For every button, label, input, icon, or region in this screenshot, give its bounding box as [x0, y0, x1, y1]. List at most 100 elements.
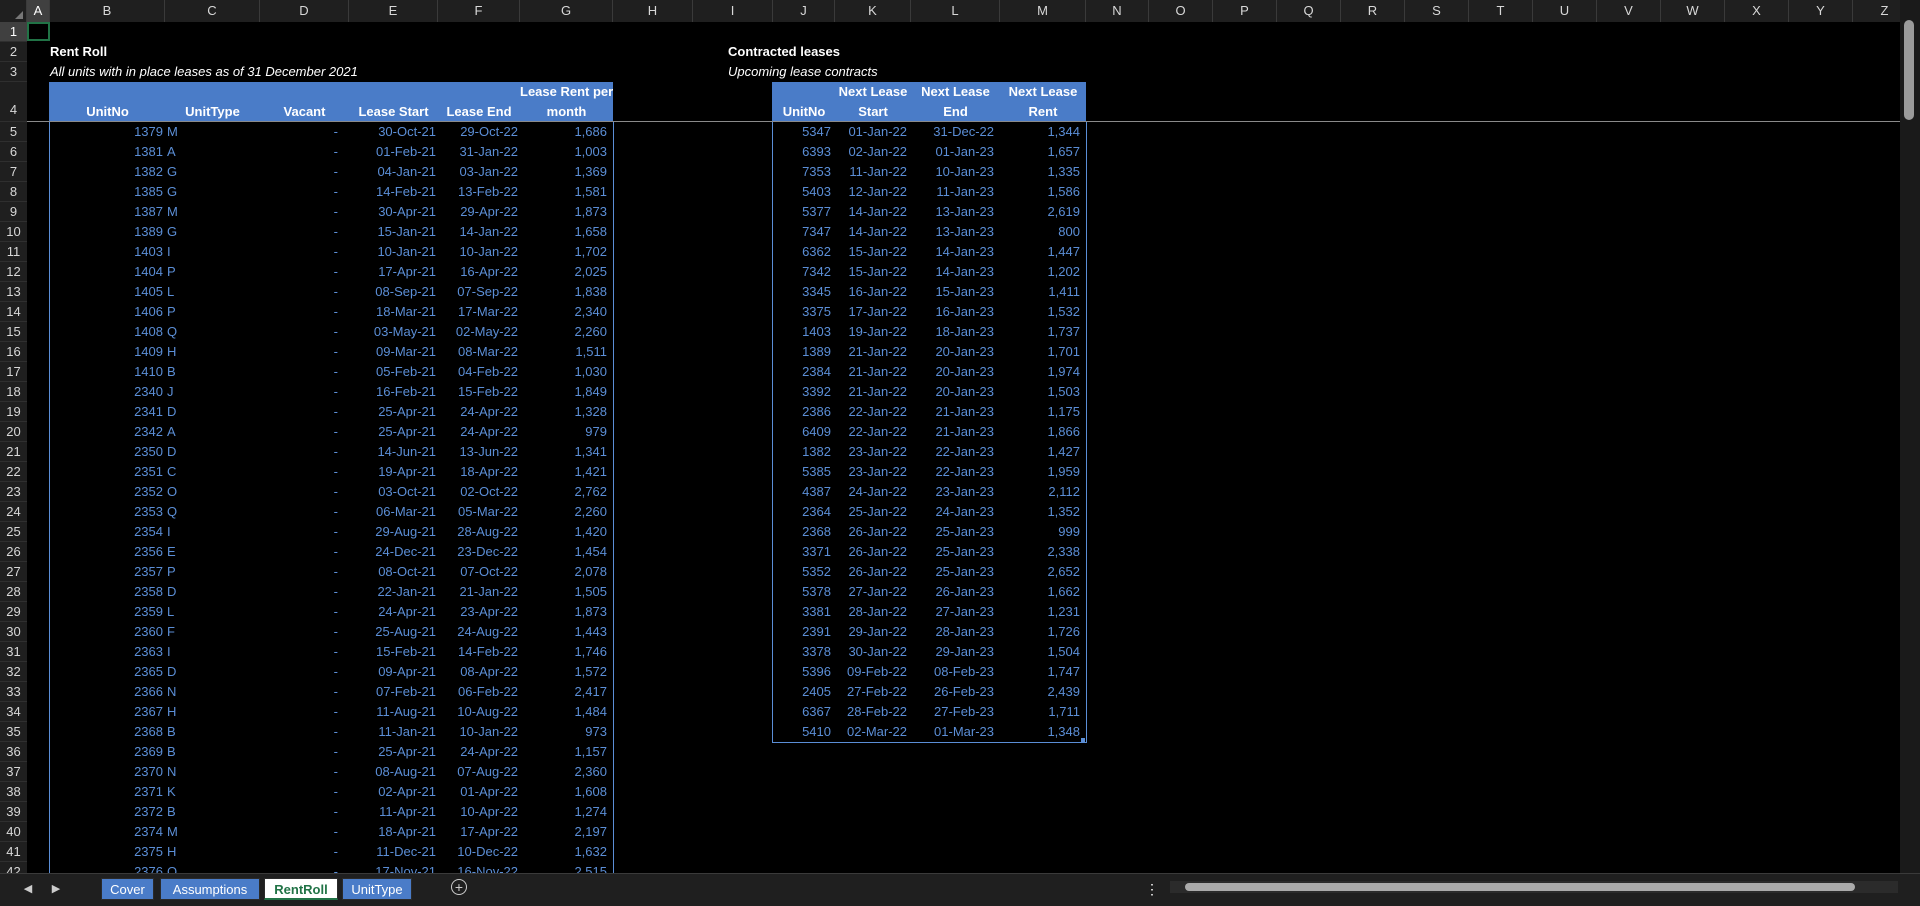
- column-header-i[interactable]: I: [693, 0, 773, 22]
- rent-roll-cell-unit-type[interactable]: Q: [167, 322, 262, 342]
- contracted-cell-next-lease-start[interactable]: 29-Jan-22: [835, 622, 907, 642]
- rent-roll-cell-unit-type[interactable]: A: [167, 422, 262, 442]
- row-header-33[interactable]: 33: [0, 682, 27, 702]
- row-header-22[interactable]: 22: [0, 462, 27, 482]
- contracted-cell-next-lease-rent[interactable]: 1,711: [1000, 702, 1080, 722]
- rent-roll-cell-lease-start[interactable]: 25-Apr-21: [349, 402, 436, 422]
- contracted-col-start-line1[interactable]: Next Lease: [835, 82, 911, 102]
- rent-roll-cell-lease-rent[interactable]: 1,572: [520, 662, 607, 682]
- rent-roll-cell-vacant[interactable]: -: [260, 722, 338, 742]
- rent-roll-cell-lease-start[interactable]: 15-Jan-21: [349, 222, 436, 242]
- contracted-cell-unit-no[interactable]: 3375: [773, 302, 831, 322]
- rent-roll-cell-unit-type[interactable]: B: [167, 742, 262, 762]
- column-header-a[interactable]: A: [27, 0, 50, 22]
- rent-roll-cell-vacant[interactable]: -: [260, 582, 338, 602]
- contracted-cell-next-lease-end[interactable]: 25-Jan-23: [911, 542, 994, 562]
- column-header-f[interactable]: F: [438, 0, 520, 22]
- rent-roll-cell-lease-end[interactable]: 16-Apr-22: [438, 262, 518, 282]
- contracted-cell-next-lease-start[interactable]: 16-Jan-22: [835, 282, 907, 302]
- rent-roll-cell-lease-end[interactable]: 10-Aug-22: [438, 702, 518, 722]
- row-header-40[interactable]: 40: [0, 822, 27, 842]
- rent-roll-cell-lease-rent[interactable]: 2,417: [520, 682, 607, 702]
- column-header-n[interactable]: N: [1086, 0, 1149, 22]
- rent-roll-cell-vacant[interactable]: -: [260, 782, 338, 802]
- rent-roll-cell-lease-start[interactable]: 18-Apr-21: [349, 822, 436, 842]
- rent-roll-cell-unit-type[interactable]: I: [167, 242, 262, 262]
- contracted-col-end-line1[interactable]: Next Lease: [911, 82, 1000, 102]
- rent-roll-cell-vacant[interactable]: -: [260, 302, 338, 322]
- select-all-button[interactable]: [0, 0, 27, 22]
- rent-roll-cell-lease-rent[interactable]: 2,762: [520, 482, 607, 502]
- rent-roll-cell-lease-end[interactable]: 02-Oct-22: [438, 482, 518, 502]
- contracted-cell-unit-no[interactable]: 3345: [773, 282, 831, 302]
- rent-roll-cell-lease-end[interactable]: 07-Aug-22: [438, 762, 518, 782]
- vertical-scroll-thumb[interactable]: [1904, 20, 1914, 120]
- rent-roll-col-vacant[interactable]: Vacant: [260, 102, 349, 122]
- rent-roll-cell-unit-no[interactable]: 2363: [50, 642, 163, 662]
- contracted-cell-next-lease-rent[interactable]: 1,352: [1000, 502, 1080, 522]
- rent-roll-cell-vacant[interactable]: -: [260, 182, 338, 202]
- rent-roll-cell-lease-rent[interactable]: 979: [520, 422, 607, 442]
- contracted-cell-unit-no[interactable]: 6367: [773, 702, 831, 722]
- rent-roll-cell-unit-no[interactable]: 1385: [50, 182, 163, 202]
- rent-roll-cell-lease-start[interactable]: 24-Dec-21: [349, 542, 436, 562]
- rent-roll-cell-unit-no[interactable]: 2376: [50, 862, 163, 873]
- row-header-31[interactable]: 31: [0, 642, 27, 662]
- contracted-cell-unit-no[interactable]: 3381: [773, 602, 831, 622]
- contracted-cell-unit-no[interactable]: 3378: [773, 642, 831, 662]
- rent-roll-cell-vacant[interactable]: -: [260, 502, 338, 522]
- rent-roll-cell-lease-start[interactable]: 03-Oct-21: [349, 482, 436, 502]
- rent-roll-cell-lease-rent[interactable]: 1,849: [520, 382, 607, 402]
- row-header-27[interactable]: 27: [0, 562, 27, 582]
- contracted-cell-next-lease-start[interactable]: 26-Jan-22: [835, 542, 907, 562]
- rent-roll-cell-unit-type[interactable]: L: [167, 602, 262, 622]
- contracted-col-rent-line2[interactable]: Rent: [1000, 102, 1086, 122]
- column-header-y[interactable]: Y: [1789, 0, 1853, 22]
- horizontal-scroll-thumb[interactable]: [1185, 883, 1855, 891]
- contracted-cell-next-lease-rent[interactable]: 1,503: [1000, 382, 1080, 402]
- row-header-29[interactable]: 29: [0, 602, 27, 622]
- rent-roll-cell-unit-no[interactable]: 2354: [50, 522, 163, 542]
- row-header-37[interactable]: 37: [0, 762, 27, 782]
- rent-roll-cell-lease-start[interactable]: 07-Feb-21: [349, 682, 436, 702]
- rent-roll-cell-vacant[interactable]: -: [260, 402, 338, 422]
- rent-roll-cell-lease-end[interactable]: 16-Nov-22: [438, 862, 518, 873]
- column-header-v[interactable]: V: [1597, 0, 1661, 22]
- contracted-cell-next-lease-start[interactable]: 28-Jan-22: [835, 602, 907, 622]
- rent-roll-cell-lease-end[interactable]: 29-Apr-22: [438, 202, 518, 222]
- table-resize-handle[interactable]: [1081, 738, 1085, 742]
- rent-roll-cell-vacant[interactable]: -: [260, 482, 338, 502]
- column-header-k[interactable]: K: [835, 0, 911, 22]
- sheet-tab-unittype[interactable]: UnitType: [342, 878, 412, 900]
- rent-roll-cell-lease-start[interactable]: 15-Feb-21: [349, 642, 436, 662]
- rent-roll-cell-unit-no[interactable]: 2353: [50, 502, 163, 522]
- rent-roll-cell-lease-end[interactable]: 31-Jan-22: [438, 142, 518, 162]
- contracted-cell-next-lease-rent[interactable]: 1,662: [1000, 582, 1080, 602]
- contracted-cell-next-lease-start[interactable]: 26-Jan-22: [835, 522, 907, 542]
- contracted-cell-next-lease-start[interactable]: 23-Jan-22: [835, 462, 907, 482]
- rent-roll-cell-lease-rent[interactable]: 1,702: [520, 242, 607, 262]
- rent-roll-cell-unit-type[interactable]: G: [167, 222, 262, 242]
- contracted-cell-next-lease-end[interactable]: 22-Jan-23: [911, 462, 994, 482]
- column-header-h[interactable]: H: [613, 0, 693, 22]
- contracted-cell-next-lease-start[interactable]: 09-Feb-22: [835, 662, 907, 682]
- row-header-42[interactable]: 42: [0, 862, 27, 873]
- more-options-icon[interactable]: ⋮: [1142, 878, 1162, 900]
- contracted-cell-next-lease-rent[interactable]: 2,619: [1000, 202, 1080, 222]
- rent-roll-cell-unit-no[interactable]: 2371: [50, 782, 163, 802]
- rent-roll-cell-unit-type[interactable]: B: [167, 802, 262, 822]
- rent-roll-cell-lease-end[interactable]: 08-Apr-22: [438, 662, 518, 682]
- rent-roll-cell-unit-no[interactable]: 1404: [50, 262, 163, 282]
- rent-roll-cell-lease-rent[interactable]: 1,421: [520, 462, 607, 482]
- contracted-cell-next-lease-end[interactable]: 29-Jan-23: [911, 642, 994, 662]
- column-header-o[interactable]: O: [1149, 0, 1213, 22]
- rent-roll-cell-unit-no[interactable]: 1408: [50, 322, 163, 342]
- rent-roll-cell-vacant[interactable]: -: [260, 862, 338, 873]
- rent-roll-cell-unit-type[interactable]: I: [167, 522, 262, 542]
- row-header-30[interactable]: 30: [0, 622, 27, 642]
- rent-roll-cell-lease-start[interactable]: 02-Apr-21: [349, 782, 436, 802]
- rent-roll-cell-unit-type[interactable]: D: [167, 402, 262, 422]
- rent-roll-cell-unit-no[interactable]: 1387: [50, 202, 163, 222]
- contracted-cell-next-lease-rent[interactable]: 2,439: [1000, 682, 1080, 702]
- contracted-cell-unit-no[interactable]: 5403: [773, 182, 831, 202]
